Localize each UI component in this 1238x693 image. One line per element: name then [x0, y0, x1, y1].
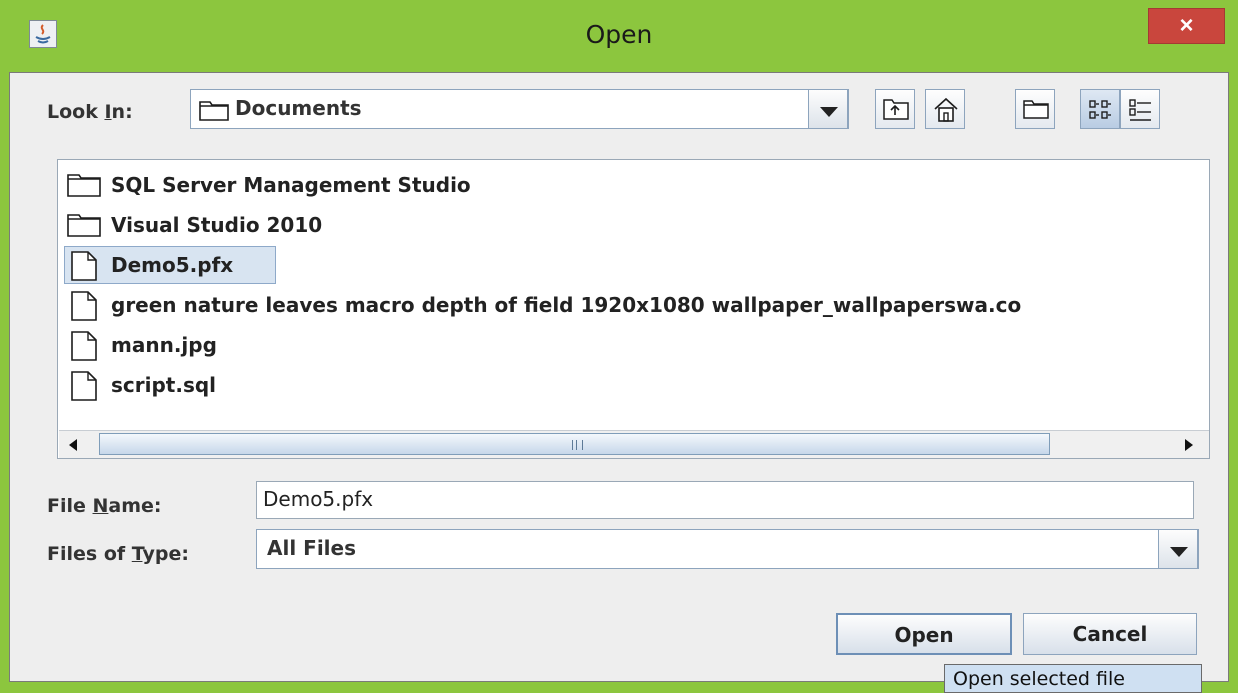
dialog-body: Look In: Documents SQL Server Management… — [9, 72, 1229, 682]
list-item-label: script.sql — [111, 373, 217, 397]
list-item-label: Demo5.pfx — [111, 253, 234, 277]
list-item-label: green nature leaves macro depth of field… — [111, 293, 1022, 317]
new-folder-button[interactable] — [1015, 89, 1055, 129]
open-dialog: Open × Look In: Documents SQL Server Man… — [0, 0, 1238, 693]
horizontal-scrollbar[interactable] — [59, 430, 1209, 458]
folder-icon — [66, 170, 102, 203]
look-in-dropdown-button[interactable] — [808, 89, 848, 129]
details-view-button[interactable] — [1120, 89, 1160, 129]
folder-icon — [66, 210, 102, 243]
up-one-level-icon — [883, 99, 909, 120]
file-icon — [66, 290, 102, 327]
look-in-combo[interactable]: Documents — [190, 89, 849, 129]
list-item-label: mann.jpg — [111, 333, 217, 357]
file-icon — [66, 370, 102, 407]
scrollbar-thumb[interactable] — [99, 433, 1050, 455]
grip-icon — [572, 440, 583, 450]
list-view-icon — [1089, 100, 1111, 119]
scroll-left-button[interactable] — [63, 433, 85, 457]
list-item-label: SQL Server Management Studio — [111, 173, 471, 197]
file-type-combo[interactable]: All Files — [256, 529, 1199, 569]
file-icon — [66, 330, 102, 367]
arrow-left-icon — [69, 439, 77, 451]
home-button[interactable] — [925, 89, 965, 129]
file-name-input[interactable]: Demo5.pfx — [256, 481, 1194, 519]
new-folder-icon — [1023, 100, 1049, 119]
folder-icon — [199, 101, 229, 121]
look-in-label: Look In: — [47, 101, 133, 123]
list-view-button[interactable] — [1080, 89, 1120, 129]
close-button[interactable]: × — [1148, 8, 1225, 44]
open-button-tooltip: Open selected file — [944, 664, 1202, 693]
details-view-icon — [1129, 99, 1151, 121]
file-type-dropdown-button[interactable] — [1158, 529, 1198, 569]
file-type-value: All Files — [267, 536, 356, 560]
cancel-button[interactable]: Cancel — [1023, 613, 1197, 655]
file-icon — [66, 250, 102, 287]
up-one-level-button[interactable] — [875, 89, 915, 129]
file-type-label: Files of Type: — [47, 543, 189, 565]
title-bar[interactable]: Open × — [0, 0, 1238, 72]
arrow-right-icon — [1185, 439, 1193, 451]
list-item-label: Visual Studio 2010 — [111, 213, 323, 237]
scroll-right-button[interactable] — [1177, 433, 1199, 457]
look-in-value: Documents — [235, 96, 362, 120]
window-title: Open — [585, 20, 653, 49]
home-icon — [934, 97, 958, 122]
file-name-label: File Name: — [47, 495, 162, 517]
file-list[interactable]: SQL Server Management Studio Visual Studi… — [57, 159, 1210, 459]
open-button[interactable]: Open — [836, 613, 1012, 655]
